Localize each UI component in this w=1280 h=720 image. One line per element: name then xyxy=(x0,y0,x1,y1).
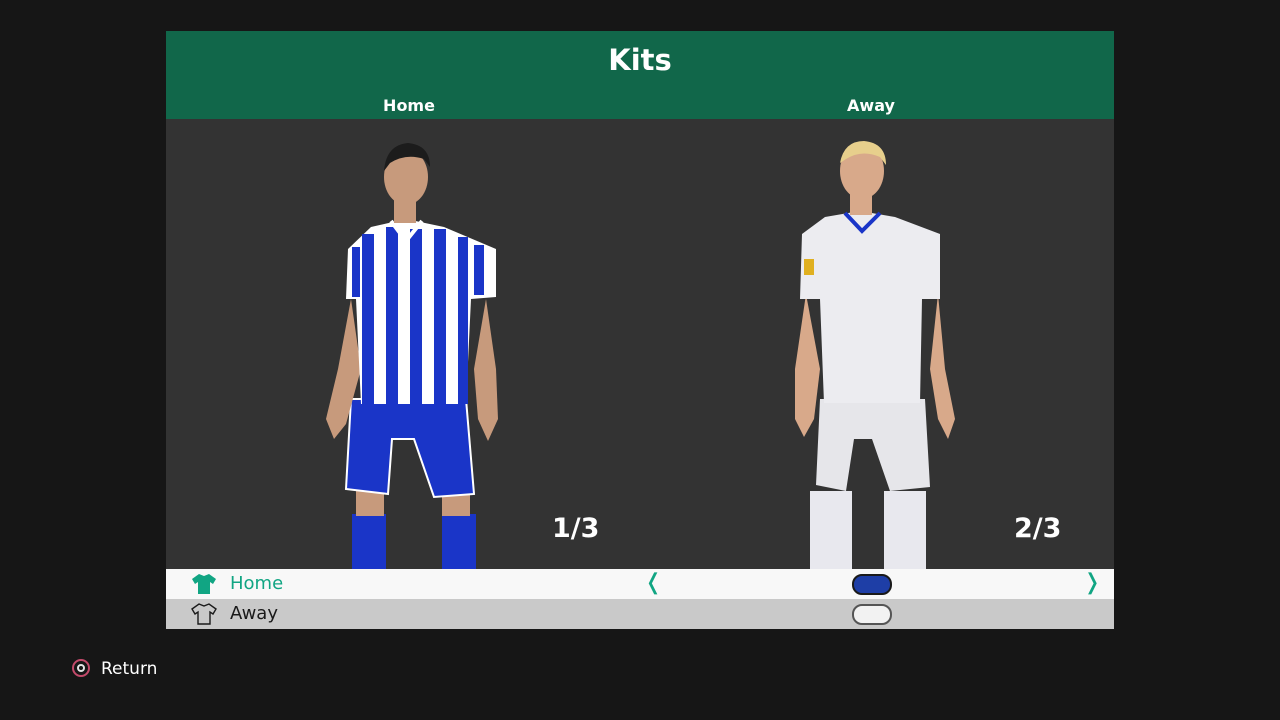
unselected-indicator xyxy=(852,604,892,625)
away-column-label: Away xyxy=(847,96,895,115)
kit-option-home[interactable]: Home ❬ ❭ xyxy=(166,569,1114,599)
kit-option-label: Home xyxy=(230,573,284,594)
circle-button-icon xyxy=(72,659,90,677)
panel-header: Kits Home Away xyxy=(166,31,1114,119)
home-kit-counter: 1/3 xyxy=(552,513,600,544)
page-title: Kits xyxy=(608,43,672,77)
kits-panel: Kits Home Away 1/3 2/3 Home ❬ ❭ Away xyxy=(166,31,1114,629)
away-kit-preview: 2/3 xyxy=(640,119,1114,569)
kit-option-label: Away xyxy=(230,603,278,624)
home-column-label: Home xyxy=(383,96,435,115)
selected-indicator xyxy=(852,574,892,595)
home-kit-preview: 1/3 xyxy=(166,119,640,569)
shirt-filled-icon xyxy=(192,574,216,594)
chevron-right-icon[interactable]: ❭ xyxy=(1083,570,1101,595)
shirt-outline-icon xyxy=(191,603,217,625)
return-label: Return xyxy=(101,659,158,679)
away-kit-player-image xyxy=(795,141,955,569)
chevron-left-icon[interactable]: ❬ xyxy=(644,570,662,595)
kit-option-away[interactable]: Away xyxy=(166,599,1114,629)
home-kit-player-image xyxy=(326,143,498,569)
away-kit-counter: 2/3 xyxy=(1014,513,1062,544)
